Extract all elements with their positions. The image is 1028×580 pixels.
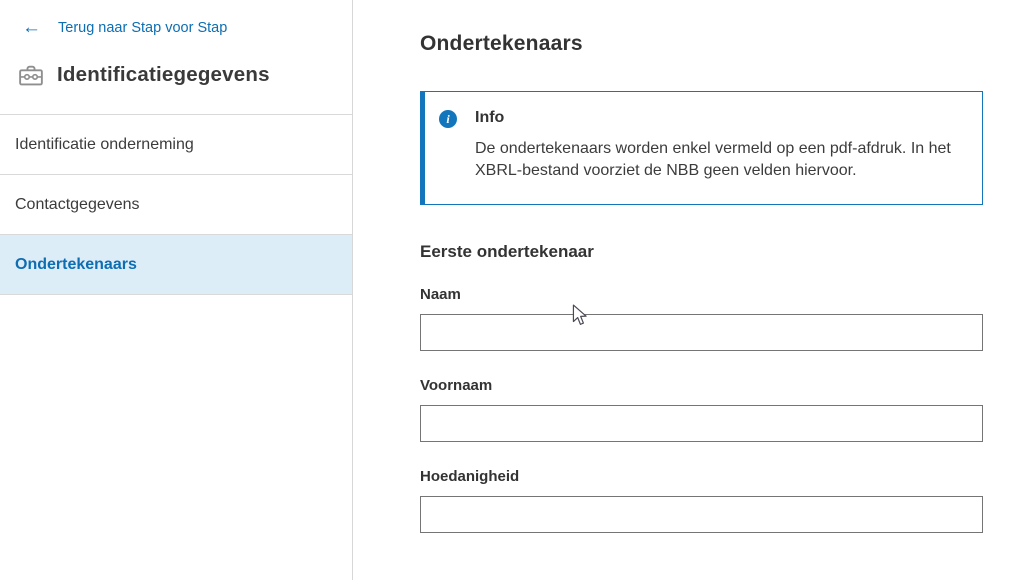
sidebar-nav: Identificatie onderneming Contactgegeven… <box>0 114 352 295</box>
field-naam: Naam <box>420 286 983 351</box>
page-title: Ondertekenaars <box>420 30 983 57</box>
info-title: Info <box>475 108 964 128</box>
app-window: ← Terug naar Stap voor Stap Identificati… <box>0 0 1028 580</box>
naam-label: Naam <box>420 286 983 304</box>
toolbox-icon <box>14 60 48 90</box>
hoedanigheid-input[interactable] <box>420 496 983 533</box>
back-link[interactable]: ← Terug naar Stap voor Stap <box>14 20 336 36</box>
sidebar-header: ← Terug naar Stap voor Stap Identificati… <box>0 0 352 114</box>
sidebar: ← Terug naar Stap voor Stap Identificati… <box>0 0 353 580</box>
info-icon: i <box>439 110 457 128</box>
naam-input[interactable] <box>420 314 983 351</box>
field-voornaam: Voornaam <box>420 377 983 442</box>
main-content: Ondertekenaars i Info De ondertekenaars … <box>353 0 1028 580</box>
sidebar-title-label: Identificatiegegevens <box>57 63 270 87</box>
info-box: i Info De ondertekenaars worden enkel ve… <box>420 91 983 205</box>
back-arrow-icon: ← <box>22 20 41 36</box>
field-hoedanigheid: Hoedanigheid <box>420 468 983 533</box>
sidebar-item-ondertekenaars[interactable]: Ondertekenaars <box>0 235 352 295</box>
hoedanigheid-label: Hoedanigheid <box>420 468 983 486</box>
info-text: De ondertekenaars worden enkel vermeld o… <box>475 138 964 182</box>
voornaam-label: Voornaam <box>420 377 983 395</box>
sidebar-item-contactgegevens[interactable]: Contactgegevens <box>0 175 352 235</box>
section-title: Eerste ondertekenaar <box>420 241 983 262</box>
info-content: Info De ondertekenaars worden enkel verm… <box>475 108 964 182</box>
sidebar-title: Identificatiegegevens <box>14 60 336 90</box>
sidebar-item-identificatie-onderneming[interactable]: Identificatie onderneming <box>0 115 352 175</box>
voornaam-input[interactable] <box>420 405 983 442</box>
back-link-label: Terug naar Stap voor Stap <box>58 20 227 36</box>
